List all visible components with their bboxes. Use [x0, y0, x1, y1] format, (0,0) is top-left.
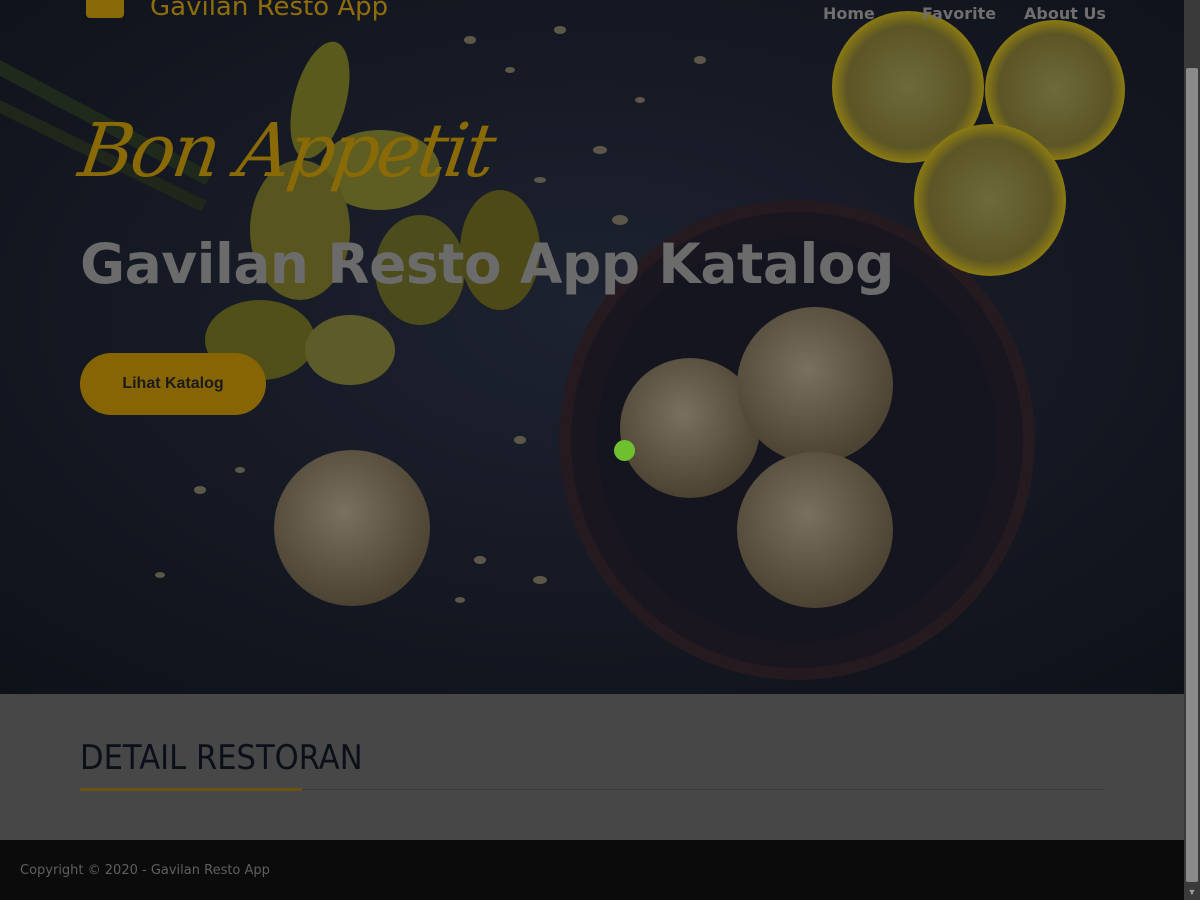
- detail-heading: DETAIL RESTORAN: [80, 738, 363, 778]
- detail-section: DETAIL RESTORAN: [0, 694, 1184, 840]
- brand-name[interactable]: Gavilan Resto App: [150, 0, 388, 22]
- hero-tagline: Bon Appetit: [73, 108, 499, 194]
- scroll-down-arrow-icon[interactable]: ▼: [1184, 884, 1200, 900]
- hero-title: Gavilan Resto App Katalog: [80, 232, 894, 296]
- footer-copyright: Copyright © 2020 - Gavilan Resto App: [20, 863, 270, 878]
- heading-underline: [80, 788, 302, 791]
- hero-section: Gavilan Resto App Home Favorite About Us…: [0, 0, 1184, 694]
- restaurant-logo-icon[interactable]: [86, 0, 124, 18]
- navbar: Gavilan Resto App Home Favorite About Us: [0, 0, 1184, 30]
- viewport: Gavilan Resto App Home Favorite About Us…: [0, 0, 1184, 900]
- lihat-katalog-button[interactable]: Lihat Katalog: [80, 353, 266, 415]
- nav-link-home[interactable]: Home: [823, 4, 875, 23]
- scroll-up-button[interactable]: [1184, 0, 1200, 16]
- hero-background-image: [0, 0, 1184, 694]
- page: Gavilan Resto App Home Favorite About Us…: [0, 0, 1200, 900]
- mouse-cursor-indicator: [614, 440, 635, 461]
- vertical-scrollbar[interactable]: ▼: [1184, 0, 1200, 900]
- footer: Copyright © 2020 - Gavilan Resto App: [0, 840, 1184, 900]
- scrollbar-thumb[interactable]: [1186, 68, 1198, 882]
- nav-link-favorite[interactable]: Favorite: [922, 4, 996, 23]
- nav-link-about-us[interactable]: About Us: [1024, 4, 1106, 23]
